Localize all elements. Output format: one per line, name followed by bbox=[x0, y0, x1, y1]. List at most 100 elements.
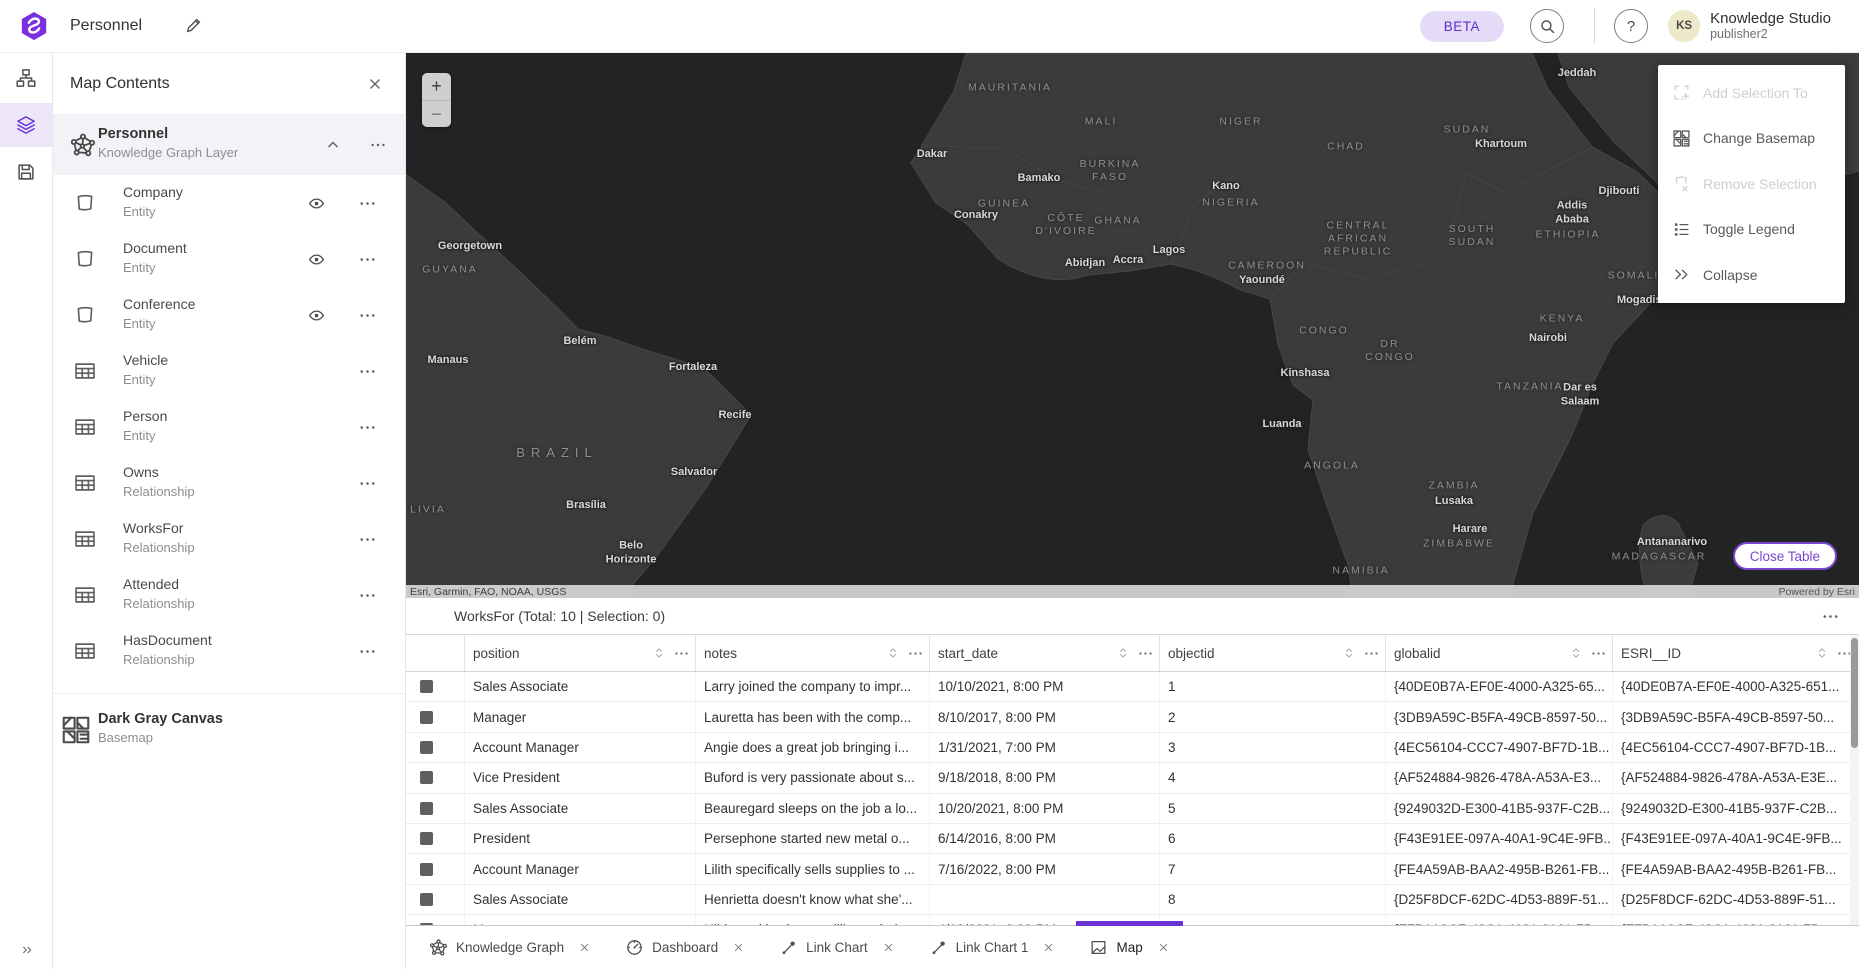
cell-position[interactable]: Sales Associate bbox=[465, 885, 696, 914]
cell-notes[interactable]: Hildegard is always willing to help... bbox=[696, 915, 930, 925]
user-block[interactable]: Knowledge Studio publisher2 bbox=[1710, 10, 1831, 42]
collapse-layer-chevron-up-icon[interactable] bbox=[325, 137, 341, 153]
cell-globalid[interactable]: {F43E91EE-097A-40A1-9C4E-9FB... bbox=[1386, 824, 1613, 853]
cell-objectid[interactable]: 8 bbox=[1160, 885, 1386, 914]
menu-item-change-basemap[interactable]: Change Basemap bbox=[1658, 116, 1845, 162]
tab-link-chart[interactable]: Link Chart bbox=[762, 926, 912, 969]
cell-objectid[interactable]: 7 bbox=[1160, 854, 1386, 883]
layer-item-options-menu-icon[interactable] bbox=[359, 475, 376, 492]
close-tab-icon[interactable] bbox=[1158, 942, 1169, 953]
close-tab-icon[interactable] bbox=[733, 942, 744, 953]
layer-item-document[interactable]: DocumentEntity bbox=[53, 231, 405, 287]
cell-esri_id[interactable]: {AF524884-9826-478A-A53A-E3E... bbox=[1613, 763, 1859, 792]
edit-title-pencil-icon[interactable] bbox=[184, 17, 202, 35]
cell-esri_id[interactable]: {40DE0B7A-EF0E-4000-A325-651... bbox=[1613, 672, 1859, 701]
row-checkbox[interactable] bbox=[420, 711, 433, 724]
layer-item-worksfor[interactable]: WorksForRelationship bbox=[53, 511, 405, 567]
cell-start_date[interactable]: 10/20/2021, 8:00 PM bbox=[930, 794, 1160, 823]
tab-map[interactable]: Map bbox=[1072, 926, 1186, 969]
avatar[interactable]: KS bbox=[1668, 10, 1700, 42]
cell-start_date[interactable]: 8/10/2017, 8:00 PM bbox=[930, 702, 1160, 731]
table-row[interactable]: PresidentPersephone started new metal o.… bbox=[406, 824, 1859, 854]
rail-item-save[interactable] bbox=[0, 150, 52, 194]
row-checkbox[interactable] bbox=[420, 863, 433, 876]
close-table-button[interactable]: Close Table bbox=[1733, 542, 1837, 570]
cell-position[interactable]: Sales Associate bbox=[465, 794, 696, 823]
cell-globalid[interactable]: {E7B1A0CF-43C1-4931-9161-7B... bbox=[1386, 915, 1613, 925]
layer-item-options-menu-icon[interactable] bbox=[359, 195, 376, 212]
close-tab-icon[interactable] bbox=[883, 942, 894, 953]
cell-position[interactable]: President bbox=[465, 824, 696, 853]
table-options-menu-icon[interactable] bbox=[1822, 608, 1839, 625]
cell-esri_id[interactable]: {4EC56104-CCC7-4907-BF7D-1B... bbox=[1613, 733, 1859, 762]
zoom-in-button[interactable]: + bbox=[422, 73, 451, 100]
help-button[interactable]: ? bbox=[1614, 9, 1648, 43]
table-row[interactable]: Account ManagerAngie does a great job br… bbox=[406, 733, 1859, 763]
cell-notes[interactable]: Angie does a great job bringing i... bbox=[696, 733, 930, 762]
cell-globalid[interactable]: {D25F8DCF-62DC-4D53-889F-51... bbox=[1386, 885, 1613, 914]
cell-objectid[interactable]: 3 bbox=[1160, 733, 1386, 762]
close-tab-icon[interactable] bbox=[1043, 942, 1054, 953]
row-checkbox[interactable] bbox=[420, 832, 433, 845]
table-row[interactable]: ManagerLauretta has been with the comp..… bbox=[406, 702, 1859, 732]
layer-item-conference[interactable]: ConferenceEntity bbox=[53, 287, 405, 343]
menu-item-collapse[interactable]: Collapse bbox=[1658, 252, 1845, 298]
cell-position[interactable]: Account Manager bbox=[465, 854, 696, 883]
expand-rail-button[interactable]: ›› bbox=[0, 941, 53, 959]
visibility-eye-toggle[interactable] bbox=[308, 195, 325, 212]
layer-item-options-menu-icon[interactable] bbox=[359, 307, 376, 324]
layer-item-company[interactable]: CompanyEntity bbox=[53, 175, 405, 231]
cell-start_date[interactable]: 1/31/2021, 7:00 PM bbox=[930, 733, 1160, 762]
layer-row-personnel[interactable]: Personnel Knowledge Graph Layer bbox=[53, 115, 405, 175]
close-panel-icon[interactable] bbox=[367, 76, 383, 92]
layer-item-options-menu-icon[interactable] bbox=[359, 587, 376, 604]
search-button[interactable] bbox=[1530, 9, 1564, 43]
cell-objectid[interactable]: 6 bbox=[1160, 824, 1386, 853]
cell-position[interactable]: Vice President bbox=[465, 763, 696, 792]
rail-item-data-model[interactable] bbox=[0, 56, 52, 100]
cell-notes[interactable]: Persephone started new metal o... bbox=[696, 824, 930, 853]
layer-item-options-menu-icon[interactable] bbox=[359, 363, 376, 380]
layer-item-options-menu-icon[interactable] bbox=[359, 251, 376, 268]
cell-globalid[interactable]: {40DE0B7A-EF0E-4000-A325-65... bbox=[1386, 672, 1613, 701]
visibility-eye-toggle[interactable] bbox=[308, 307, 325, 324]
table-row[interactable]: Sales AssociateLarry joined the company … bbox=[406, 672, 1859, 702]
tab-link-chart-1[interactable]: Link Chart 1 bbox=[912, 926, 1073, 969]
cell-esri_id[interactable]: {F43E91EE-097A-40A1-9C4E-9FB... bbox=[1613, 824, 1859, 853]
basemap-row[interactable]: Dark Gray Canvas Basemap bbox=[53, 700, 405, 762]
cell-position[interactable]: Manager bbox=[465, 915, 696, 925]
cell-start_date[interactable]: 7/16/2022, 8:00 PM bbox=[930, 854, 1160, 883]
table-row[interactable]: Sales AssociateBeauregard sleeps on the … bbox=[406, 794, 1859, 824]
layer-item-hasdocument[interactable]: HasDocumentRelationship bbox=[53, 623, 405, 679]
layer-item-options-menu-icon[interactable] bbox=[359, 419, 376, 436]
row-checkbox[interactable] bbox=[420, 771, 433, 784]
cell-globalid[interactable]: {4EC56104-CCC7-4907-BF7D-1B... bbox=[1386, 733, 1613, 762]
table-row[interactable]: Sales AssociateHenrietta doesn't know wh… bbox=[406, 885, 1859, 915]
cell-notes[interactable]: Lilith specifically sells supplies to ..… bbox=[696, 854, 930, 883]
tab-knowledge-graph[interactable]: Knowledge Graph bbox=[412, 926, 608, 969]
map-canvas[interactable]: MAURITANIAMALINIGERCHADSUDANGUINEABURKIN… bbox=[406, 53, 1859, 598]
cell-position[interactable]: Manager bbox=[465, 702, 696, 731]
row-checkbox[interactable] bbox=[420, 893, 433, 906]
table-row[interactable]: Vice PresidentBuford is very passionate … bbox=[406, 763, 1859, 793]
visibility-eye-toggle[interactable] bbox=[308, 251, 325, 268]
cell-esri_id[interactable]: {FE4A59AB-BAA2-495B-B261-FB... bbox=[1613, 854, 1859, 883]
cell-notes[interactable]: Larry joined the company to impr... bbox=[696, 672, 930, 701]
layer-item-person[interactable]: PersonEntity bbox=[53, 399, 405, 455]
cell-objectid[interactable]: 2 bbox=[1160, 702, 1386, 731]
cell-start_date[interactable]: 6/14/2016, 8:00 PM bbox=[930, 824, 1160, 853]
layer-item-options-menu-icon[interactable] bbox=[359, 643, 376, 660]
cell-objectid[interactable]: 9 bbox=[1160, 915, 1386, 925]
tab-dashboard[interactable]: Dashboard bbox=[608, 926, 762, 969]
cell-notes[interactable]: Lauretta has been with the comp... bbox=[696, 702, 930, 731]
cell-esri_id[interactable]: {D25F8DCF-62DC-4D53-889F-51... bbox=[1613, 885, 1859, 914]
row-checkbox[interactable] bbox=[420, 680, 433, 693]
table-row[interactable]: Account ManagerLilith specifically sells… bbox=[406, 854, 1859, 884]
cell-notes[interactable]: Beauregard sleeps on the job a lo... bbox=[696, 794, 930, 823]
close-tab-icon[interactable] bbox=[579, 942, 590, 953]
cell-globalid[interactable]: {AF524884-9826-478A-A53A-E3... bbox=[1386, 763, 1613, 792]
cell-objectid[interactable]: 4 bbox=[1160, 763, 1386, 792]
layer-item-options-menu-icon[interactable] bbox=[359, 531, 376, 548]
cell-position[interactable]: Sales Associate bbox=[465, 672, 696, 701]
cell-esri_id[interactable]: {9249032D-E300-41B5-937F-C2B... bbox=[1613, 794, 1859, 823]
